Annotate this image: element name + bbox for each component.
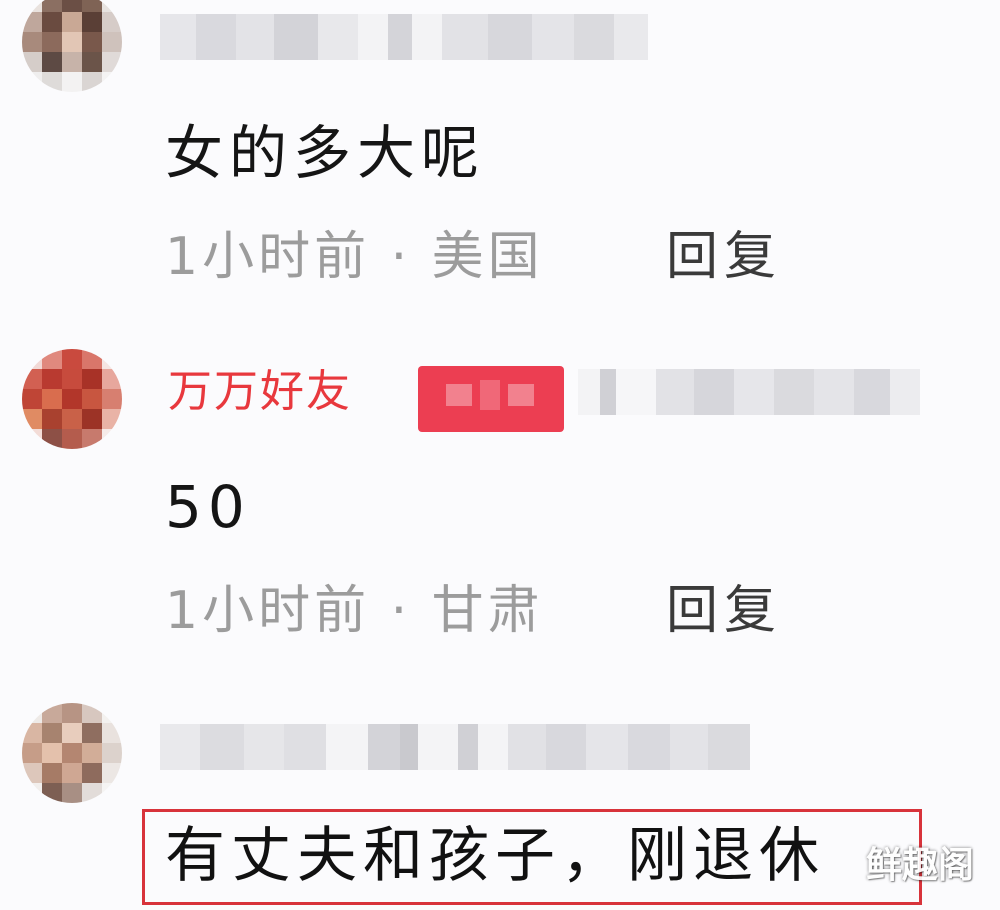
comment-thread: 女的多大呢 1小时前 · 美国 回复 万万好友 50 1小时前 · 甘肃 回复 … bbox=[0, 0, 1000, 910]
comment-meta: 1小时前 · 美国 bbox=[165, 227, 544, 287]
reply-button[interactable]: 回复 bbox=[666, 585, 782, 637]
avatar[interactable] bbox=[22, 0, 122, 92]
reply-button[interactable]: 回复 bbox=[666, 231, 782, 283]
comment-meta: 1小时前 · 甘肃 bbox=[165, 581, 544, 641]
user-info-blurred bbox=[578, 369, 920, 415]
comment-text: 有丈夫和孩子，刚退休 bbox=[165, 821, 825, 891]
username-blurred[interactable] bbox=[160, 724, 750, 770]
avatar[interactable] bbox=[22, 703, 122, 803]
avatar[interactable] bbox=[22, 349, 122, 449]
user-badge bbox=[418, 366, 564, 432]
username[interactable]: 万万好友 bbox=[168, 370, 352, 414]
comment-text: 50 bbox=[165, 473, 251, 541]
watermark: 鲜趣阁 bbox=[866, 845, 975, 886]
username-blurred[interactable] bbox=[160, 14, 648, 60]
comment-text: 女的多大呢 bbox=[165, 119, 486, 187]
